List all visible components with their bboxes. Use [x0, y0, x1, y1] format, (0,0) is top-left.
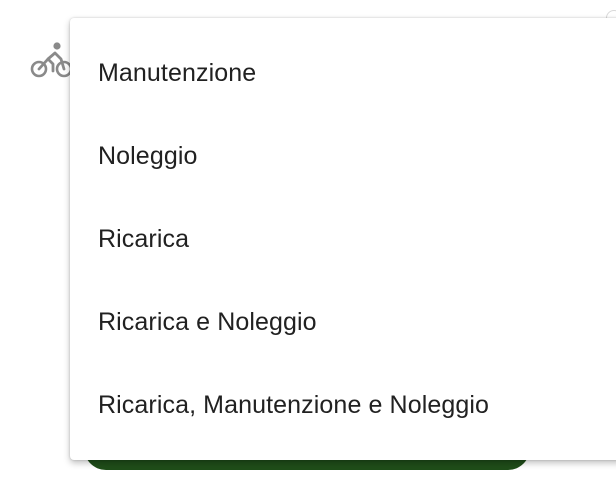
option-manutenzione[interactable]: Manutenzione — [70, 32, 616, 115]
option-ricarica-manutenzione-noleggio[interactable]: Ricarica, Manutenzione e Noleggio — [70, 364, 616, 447]
dropdown-options: Manutenzione Noleggio Ricarica Ricarica … — [70, 18, 616, 447]
option-ricarica-noleggio[interactable]: Ricarica e Noleggio — [70, 281, 616, 364]
dropdown-menu: Manutenzione Noleggio Ricarica Ricarica … — [70, 18, 616, 460]
bicycle-icon — [30, 40, 74, 80]
option-ricarica[interactable]: Ricarica — [70, 198, 616, 281]
option-noleggio[interactable]: Noleggio — [70, 115, 616, 198]
